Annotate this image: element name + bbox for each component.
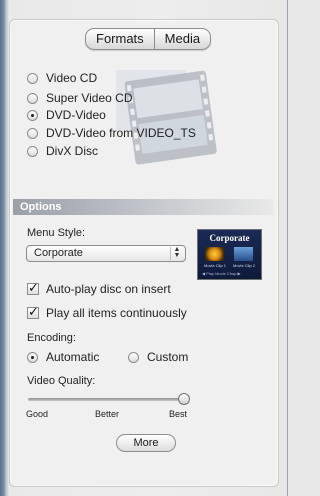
preview-thumbnail: [205, 247, 224, 261]
format-option-divx[interactable]: DivX Disc: [27, 143, 98, 159]
format-label: Super Video CD: [46, 91, 133, 105]
format-option-dvd-video-ts[interactable]: DVD-Video from VIDEO_TS: [27, 125, 196, 141]
radio-button[interactable]: [27, 92, 38, 104]
autoplay-checkbox-row[interactable]: Auto-play disc on insert: [27, 280, 171, 297]
autoplay-label: Auto-play disc on insert: [46, 282, 171, 296]
tab-formats[interactable]: Formats: [86, 29, 154, 49]
preview-title: Corporate: [209, 233, 250, 243]
autoplay-checkbox[interactable]: [27, 280, 39, 296]
chevron-updown-icon: ▲ ▼: [170, 246, 183, 260]
encoding-automatic-label: Automatic: [46, 350, 100, 364]
video-quality-slider-thumb[interactable]: [178, 393, 190, 405]
menu-style-label: Menu Style:: [27, 227, 86, 239]
menu-style-preview: Corporate Movie Clip 1 Movie Clip 2 ◀ Pl…: [197, 229, 262, 280]
menu-style-select[interactable]: Corporate ▲ ▼: [26, 245, 186, 262]
radio-button-selected[interactable]: [27, 351, 38, 363]
radio-button-selected[interactable]: [27, 109, 38, 121]
menu-style-value: Corporate: [34, 247, 83, 259]
encoding-custom-option[interactable]: Custom: [128, 349, 188, 365]
format-label: DVD-Video: [46, 108, 106, 122]
playall-label: Play all items continuously: [46, 306, 187, 320]
format-label: DVD-Video from VIDEO_TS: [46, 126, 196, 140]
playall-checkbox[interactable]: [27, 304, 39, 320]
more-button[interactable]: More: [116, 434, 176, 452]
encoding-label: Encoding:: [27, 332, 76, 344]
options-section-header: Options: [13, 199, 273, 215]
format-label: Video CD: [46, 71, 98, 85]
quality-tick-best: Best: [169, 409, 188, 419]
tab-media[interactable]: Media: [153, 29, 210, 49]
format-option-video-cd[interactable]: Video CD: [27, 70, 97, 86]
radio-button[interactable]: [27, 145, 38, 157]
playall-checkbox-row[interactable]: Play all items continuously: [27, 304, 187, 321]
film-strip-icon: [116, 70, 217, 165]
format-label: DivX Disc: [46, 144, 99, 158]
video-quality-label: Video Quality:: [27, 375, 96, 387]
encoding-custom-label: Custom: [147, 350, 189, 364]
preview-caption: Movie Clip 1: [204, 263, 227, 268]
preview-thumbnail: [234, 247, 253, 261]
radio-button[interactable]: [27, 72, 38, 84]
tab-bar: Formats Media: [85, 28, 212, 50]
quality-tick-better: Better: [95, 409, 120, 419]
preview-caption: Movie Clip 2: [233, 263, 256, 268]
quality-tick-good: Good: [26, 409, 49, 419]
preview-nav-bar: ◀ Play Movie Chap ▶: [202, 271, 241, 276]
radio-button[interactable]: [128, 351, 139, 363]
encoding-automatic-option[interactable]: Automatic: [27, 349, 99, 365]
radio-button[interactable]: [27, 127, 38, 139]
format-option-super-video-cd[interactable]: Super Video CD: [27, 90, 133, 106]
format-option-dvd-video[interactable]: DVD-Video: [27, 107, 106, 123]
video-quality-slider-track[interactable]: [28, 398, 184, 401]
